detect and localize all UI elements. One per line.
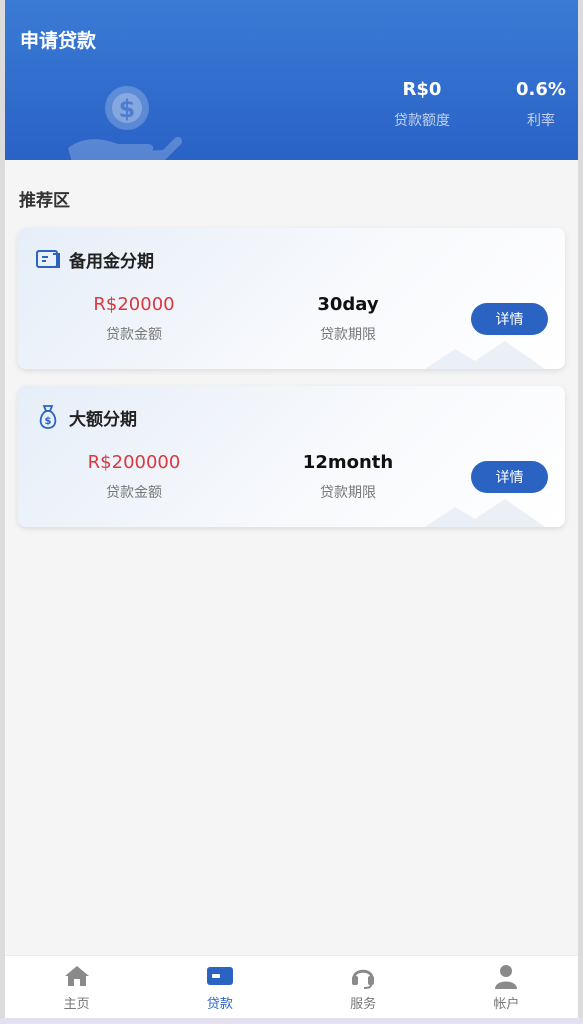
loan-card-icon — [206, 963, 234, 989]
loan-term-label: 贷款期限 — [320, 485, 376, 501]
svg-text:$: $ — [45, 416, 52, 427]
app-screen: 申请贷款 $ R$0 贷款额度 0.6% 利率 推荐区 备用金分期 R$2000… — [5, 0, 578, 1024]
interest-rate-stat: 0.6% 利率 — [496, 80, 578, 130]
card-decoration — [425, 499, 545, 527]
card-header: 备用金分期 — [35, 246, 154, 272]
svg-text:$: $ — [119, 95, 136, 123]
loan-amount-label: 贷款金额 — [106, 327, 162, 343]
interest-rate-label: 利率 — [527, 113, 555, 129]
loan-quota-stat: R$0 贷款额度 — [377, 80, 467, 130]
tab-account[interactable]: 帐户 — [435, 956, 578, 1018]
details-button[interactable]: 详情 — [471, 303, 548, 335]
loan-amount-label: 贷款金额 — [106, 485, 162, 501]
tab-label: 帐户 — [493, 996, 520, 1012]
card-decoration — [425, 341, 545, 369]
money-bag-icon: $ — [35, 404, 61, 430]
tab-label: 服务 — [350, 996, 377, 1012]
interest-rate-value: 0.6% — [516, 79, 566, 100]
page-title: 申请贷款 — [20, 30, 97, 52]
bottom-edge — [0, 1018, 583, 1024]
tab-label: 主页 — [63, 996, 90, 1012]
tab-loan[interactable]: 贷款 — [148, 956, 291, 1018]
loan-amount-value: R$20000 — [93, 294, 175, 315]
loan-term-value: 12month — [302, 452, 394, 473]
loan-term-block: 12month 贷款期限 — [268, 452, 428, 502]
tab-service[interactable]: 服务 — [292, 956, 435, 1018]
right-edge — [578, 0, 583, 1024]
loan-quota-label: 贷款额度 — [394, 113, 450, 129]
tab-label: 贷款 — [206, 996, 233, 1012]
home-icon — [63, 963, 91, 989]
card-header: $ 大额分期 — [35, 404, 137, 430]
product-name: 备用金分期 — [69, 251, 154, 272]
coin-hand-icon: $ — [68, 86, 182, 160]
loan-term-value: 30day — [317, 294, 379, 315]
loan-term-block: 30day 贷款期限 — [268, 294, 428, 344]
loan-amount-value: R$200000 — [87, 452, 181, 473]
product-name: 大额分期 — [69, 409, 137, 430]
user-icon — [492, 963, 520, 989]
recommend-section-title: 推荐区 — [19, 191, 70, 211]
details-button[interactable]: 详情 — [471, 461, 548, 493]
wallet-card-icon — [35, 246, 61, 272]
loan-amount-block: R$20000 贷款金额 — [54, 294, 214, 344]
loan-amount-block: R$200000 贷款金额 — [54, 452, 214, 502]
header-banner: 申请贷款 $ R$0 贷款额度 0.6% 利率 — [5, 0, 578, 160]
loan-term-label: 贷款期限 — [320, 327, 376, 343]
loan-quota-value: R$0 — [402, 79, 442, 100]
tab-home[interactable]: 主页 — [5, 956, 148, 1018]
product-card-large-installment[interactable]: $ 大额分期 R$200000 贷款金额 12month 贷款期限 详情 — [18, 386, 565, 527]
headset-icon — [349, 963, 377, 989]
product-card-reserve-installment[interactable]: 备用金分期 R$20000 贷款金额 30day 贷款期限 详情 — [18, 228, 565, 369]
bottom-tab-bar: 主页 贷款 服务 帐户 — [5, 955, 578, 1018]
